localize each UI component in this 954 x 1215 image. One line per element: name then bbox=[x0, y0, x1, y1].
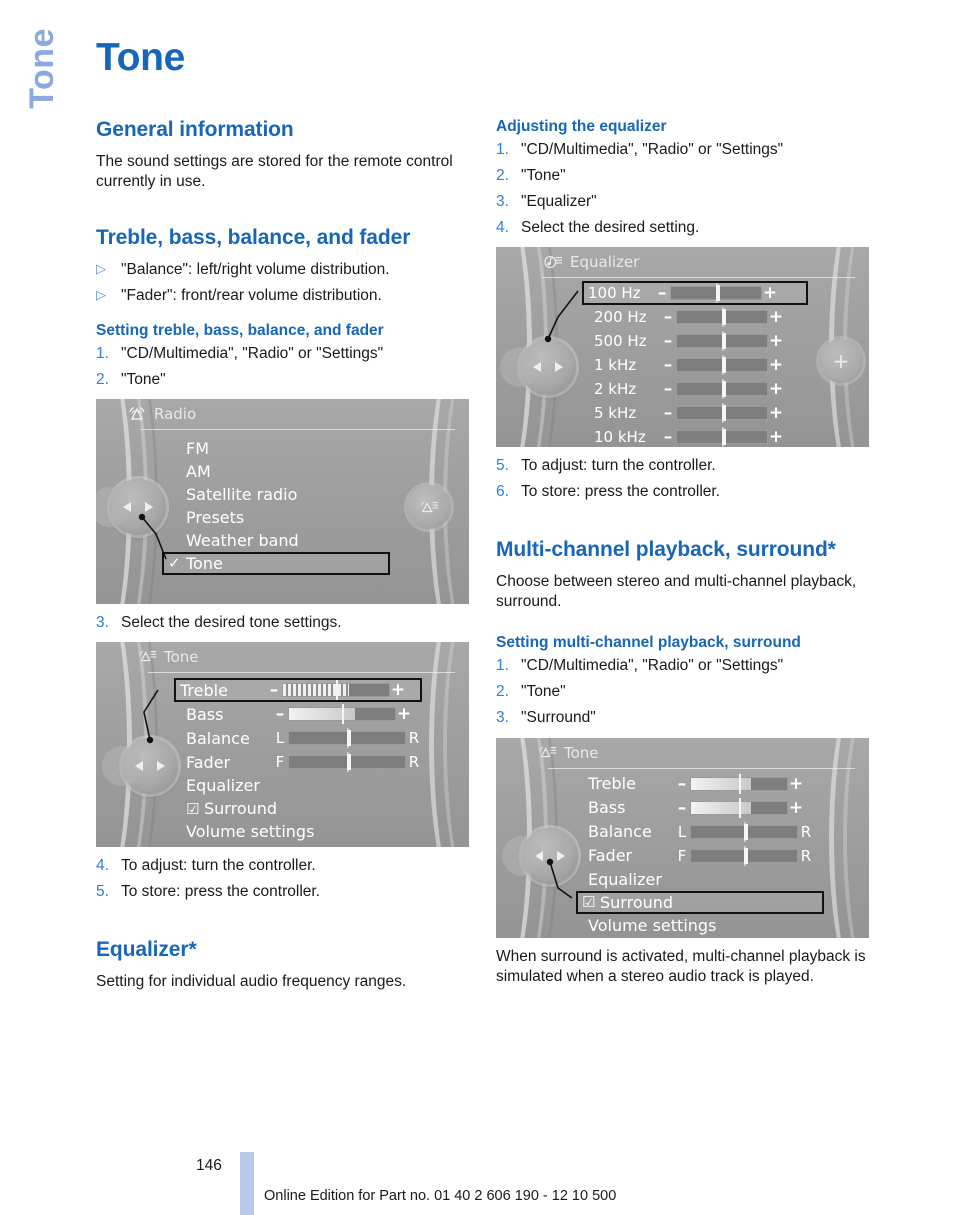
step-text: "CD/Multimedia", "Radio" or "Settings" bbox=[521, 657, 784, 675]
surround-closing-body: When surround is activated, multi-channe… bbox=[496, 947, 866, 985]
callout-leader-line bbox=[546, 858, 573, 899]
list-item: 5. To store: press the controller. bbox=[96, 882, 471, 902]
equalizer-heading: Equalizer* bbox=[96, 938, 197, 962]
step-number: 1. bbox=[496, 657, 509, 675]
step-number: 3. bbox=[496, 192, 509, 210]
step-number: 5. bbox=[496, 457, 509, 475]
equalizer-body: Setting for individual audio frequency r… bbox=[96, 973, 407, 991]
list-item: ▷ "Balance": left/right volume distribut… bbox=[96, 260, 471, 280]
list-item: 3. "Surround" bbox=[496, 708, 871, 728]
page-number: 146 bbox=[196, 1157, 222, 1174]
tone-treble-screenshot: Tone Treble – + Bass – + Balance L R Fad… bbox=[96, 642, 469, 848]
multichannel-heading: Multi-channel playback, surround* bbox=[496, 538, 836, 562]
list-item: 2. "Tone" bbox=[96, 370, 471, 390]
step-text: "CD/Multimedia", "Radio" or "Settings" bbox=[121, 344, 384, 362]
callout-leader-line bbox=[138, 513, 167, 560]
step-number: 1. bbox=[496, 140, 509, 158]
left-column: General information The sound settings a… bbox=[96, 118, 471, 996]
list-item: 2. "Tone" bbox=[496, 682, 871, 702]
list-item: 4. Select the desired setting. bbox=[496, 218, 871, 238]
step-text: To store: press the controller. bbox=[121, 883, 321, 901]
list-item: 1. "CD/Multimedia", "Radio" or "Settings… bbox=[96, 344, 471, 364]
step-text: "Tone" bbox=[121, 370, 166, 388]
step-number: 2. bbox=[496, 683, 509, 701]
steps-4-5-list: 4. To adjust: turn the controller. 5. To… bbox=[96, 856, 471, 902]
setting-treble-subheading: Setting treble, bass, balance, and fader bbox=[96, 322, 384, 340]
footer-text: Online Edition for Part no. 01 40 2 606 … bbox=[264, 1188, 617, 1204]
chapter-tab: Tone bbox=[14, 28, 70, 158]
step-3-list: 3. Select the desired tone settings. bbox=[96, 613, 471, 633]
bullet-triangle-icon: ▷ bbox=[96, 286, 106, 302]
step-number: 4. bbox=[496, 219, 509, 237]
adjusting-equalizer-steps: 1. "CD/Multimedia", "Radio" or "Settings… bbox=[496, 140, 871, 239]
step-text: Select the desired tone settings. bbox=[121, 613, 342, 631]
bullet-triangle-icon: ▷ bbox=[96, 260, 106, 276]
treble-bullets-list: ▷ "Balance": left/right volume distribut… bbox=[96, 260, 471, 306]
footer-accent-bar bbox=[240, 1152, 254, 1215]
list-item: 1. "CD/Multimedia", "Radio" or "Settings… bbox=[496, 140, 871, 160]
callout-leader-line bbox=[143, 689, 159, 744]
list-item: 2. "Tone" bbox=[496, 166, 871, 186]
multichannel-body: Choose between stereo and multi-channel … bbox=[496, 573, 857, 611]
step-text: "Surround" bbox=[521, 709, 596, 727]
list-item: 3. Select the desired tone settings. bbox=[96, 613, 471, 633]
step-number: 3. bbox=[96, 613, 109, 631]
list-item: 4. To adjust: turn the controller. bbox=[96, 856, 471, 876]
list-item: 5. To adjust: turn the controller. bbox=[496, 456, 871, 476]
list-item: 3. "Equalizer" bbox=[496, 192, 871, 212]
general-information-heading: General information bbox=[96, 118, 294, 141]
step-number: 1. bbox=[96, 344, 109, 362]
setting-treble-steps: 1. "CD/Multimedia", "Radio" or "Settings… bbox=[96, 344, 471, 390]
setting-multichannel-steps: 1. "CD/Multimedia", "Radio" or "Settings… bbox=[496, 656, 871, 728]
step-text: "CD/Multimedia", "Radio" or "Settings" bbox=[521, 140, 784, 158]
treble-bass-balance-fader-heading: Treble, bass, balance, and fader bbox=[96, 226, 411, 250]
list-item: 1. "CD/Multimedia", "Radio" or "Settings… bbox=[496, 656, 871, 676]
steps-5-6-list: 5. To adjust: turn the controller. 6. To… bbox=[496, 456, 871, 502]
step-number: 5. bbox=[96, 883, 109, 901]
step-number: 6. bbox=[496, 483, 509, 501]
step-text: "Equalizer" bbox=[521, 192, 597, 210]
chapter-tab-label: Tone bbox=[23, 28, 61, 109]
radio-menu-screenshot: Radio FM AM Satellite radio Presets Weat… bbox=[96, 398, 469, 604]
step-text: "Tone" bbox=[521, 166, 566, 184]
adjusting-equalizer-subheading: Adjusting the equalizer bbox=[496, 118, 667, 135]
step-number: 2. bbox=[96, 370, 109, 388]
step-text: To store: press the controller. bbox=[521, 483, 721, 501]
step-text: To adjust: turn the controller. bbox=[121, 857, 316, 875]
tone-surround-screenshot: Tone Treble – + Bass – + Balance L R Fad… bbox=[496, 737, 869, 938]
general-information-body: The sound settings are stored for the re… bbox=[96, 152, 453, 190]
page-title: Tone bbox=[96, 36, 186, 79]
step-text: Select the desired setting. bbox=[521, 219, 700, 237]
callout-leader-line bbox=[544, 290, 579, 343]
bullet-text: "Fader": front/rear volume distribution. bbox=[121, 286, 382, 304]
step-number: 2. bbox=[496, 166, 509, 184]
step-text: "Tone" bbox=[521, 683, 566, 701]
step-text: To adjust: turn the controller. bbox=[521, 457, 716, 475]
list-item: 6. To store: press the controller. bbox=[496, 482, 871, 502]
right-column: Adjusting the equalizer 1. "CD/Multimedi… bbox=[496, 118, 871, 991]
step-number: 4. bbox=[96, 857, 109, 875]
step-number: 3. bbox=[496, 709, 509, 727]
equalizer-screenshot: Equalizer + 100 Hz – + 200 Hz – + 500 Hz… bbox=[496, 247, 869, 448]
bullet-text: "Balance": left/right volume distributio… bbox=[121, 260, 390, 278]
setting-multichannel-subheading: Setting multi-channel playback, surround bbox=[496, 634, 801, 652]
list-item: ▷ "Fader": front/rear volume distributio… bbox=[96, 286, 471, 306]
